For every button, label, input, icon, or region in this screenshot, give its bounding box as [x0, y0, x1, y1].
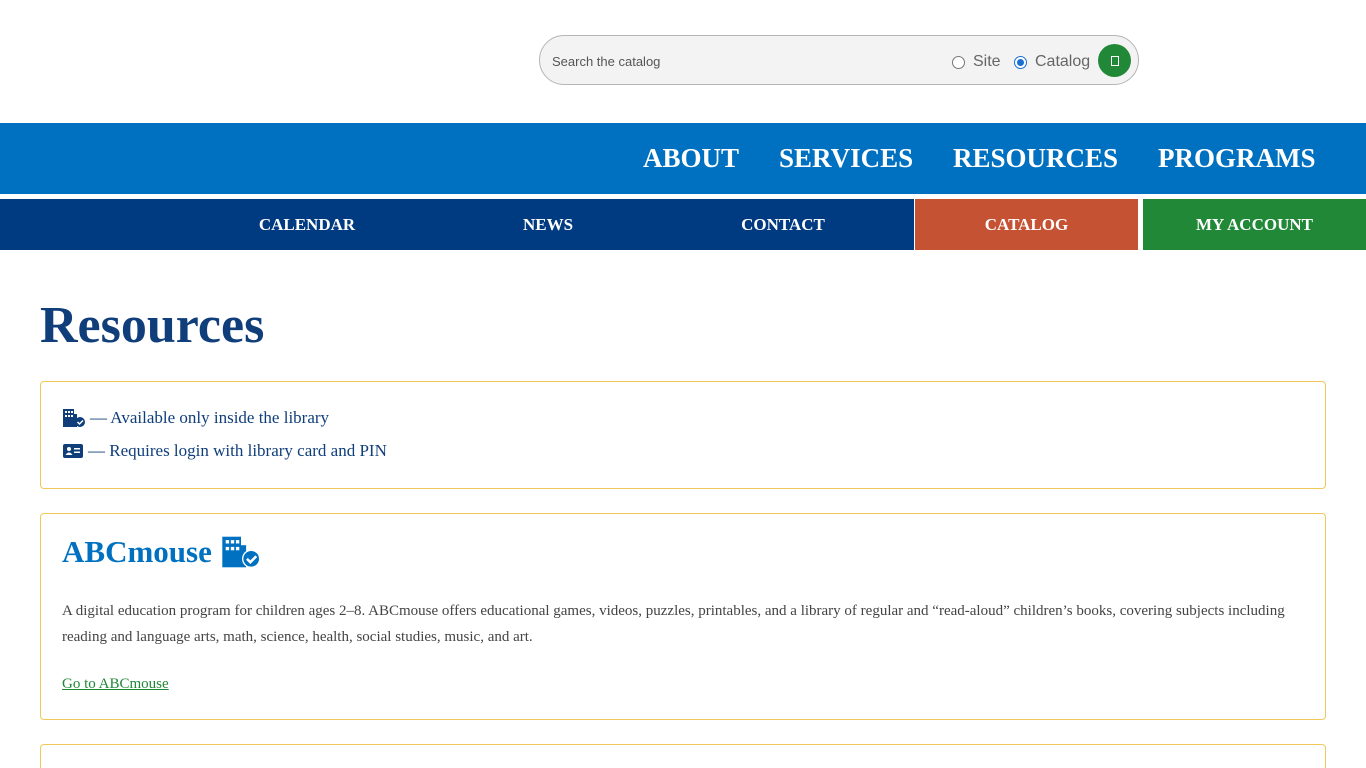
scope-label-catalog: Catalog	[1035, 53, 1091, 70]
resource-card: ABCmouse A digital education program for…	[40, 513, 1326, 720]
secondary-nav: CALENDAR NEWS CONTACT CATALOG MY ACCOUNT	[0, 199, 1366, 250]
building-check-icon	[63, 409, 85, 427]
nav-calendar[interactable]: CALENDAR	[200, 199, 414, 250]
search-bar: Site Catalog	[539, 35, 1139, 85]
legend-text-in-library: — Available only inside the library	[90, 408, 330, 427]
resource-title-row: ABCmouse	[62, 534, 262, 570]
icon-legend: — Available only inside the library — Re…	[40, 381, 1326, 489]
building-check-icon	[222, 536, 261, 568]
nav-about[interactable]: ABOUT	[643, 143, 739, 174]
nav-resources[interactable]: RESOURCES	[953, 143, 1118, 174]
resource-card-next	[40, 744, 1326, 768]
nav-catalog-button[interactable]: CATALOG	[915, 199, 1138, 250]
primary-nav: ABOUT SERVICES RESOURCES PROGRAMS	[0, 123, 1366, 194]
scope-radio-site[interactable]: Site	[952, 53, 1001, 71]
resource-description: A digital education program for children…	[62, 603, 1285, 645]
resource-title[interactable]: ABCmouse	[62, 534, 212, 570]
radio-button[interactable]	[952, 55, 965, 69]
search-icon	[1110, 55, 1119, 66]
legend-text-login: — Requires login with library card and P…	[88, 441, 387, 460]
scope-label-site: Site	[973, 53, 1001, 70]
search-submit-button[interactable]	[1098, 44, 1131, 77]
nav-programs[interactable]: PROGRAMS	[1158, 143, 1316, 174]
resource-link[interactable]: Go to ABCmouse	[62, 676, 169, 693]
legend-row-in-library: — Available only inside the library	[62, 408, 329, 428]
legend-row-login: — Requires login with library card and P…	[62, 441, 387, 461]
search-input[interactable]	[552, 48, 932, 74]
nav-contact[interactable]: CONTACT	[670, 199, 896, 250]
radio-button-checked[interactable]	[1014, 55, 1027, 69]
nav-news[interactable]: NEWS	[440, 199, 656, 250]
nav-services[interactable]: SERVICES	[779, 143, 913, 174]
nav-my-account-button[interactable]: MY ACCOUNT	[1143, 199, 1366, 250]
scope-radio-catalog[interactable]: Catalog	[1014, 53, 1090, 71]
page-title: Resources	[40, 297, 265, 354]
id-card-icon	[63, 444, 83, 458]
